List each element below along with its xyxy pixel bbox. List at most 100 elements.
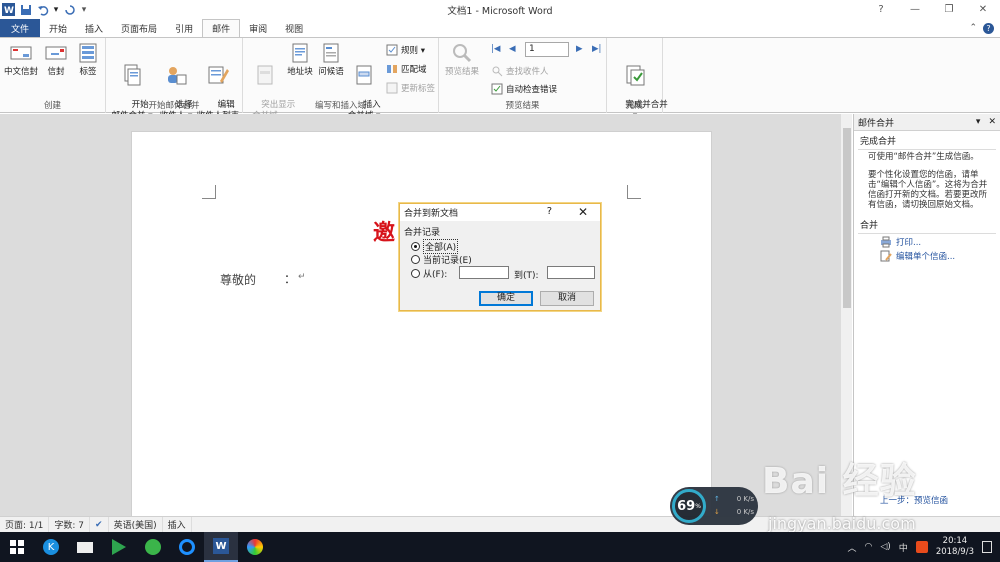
group-create: 中文信封 信封 标签 创建	[0, 38, 106, 113]
next-record-icon[interactable]: ▶	[576, 44, 583, 54]
tab-file[interactable]: 文件	[0, 19, 41, 37]
task-pane-close-icon[interactable]: ✕	[988, 117, 996, 127]
group-write-insert: 突出显示 合并域 地址块 问候语 插入 合并域 ▾ 规则 ▾ 匹配域 更新标签 …	[243, 38, 439, 121]
word-count[interactable]: 字数: 7	[49, 516, 91, 533]
merge-to-new-document-dialog: 合并到新文档 ? ✕ 合并记录 全部(A) 当前记录(E) 从(F): 到(T)…	[399, 203, 601, 311]
match-fields-button[interactable]: 匹配域	[386, 63, 427, 75]
edit-individual-letters-link[interactable]: 编辑单个信函...	[854, 248, 1000, 262]
customize-qat-icon[interactable]: ▾	[80, 3, 88, 16]
tab-review[interactable]: 审阅	[240, 19, 276, 37]
auto-check-errors-button[interactable]: 自动检查错误	[491, 83, 557, 95]
windows-taskbar: K W ︿ ◠ ◁) 中 20:14 2018/9/3	[0, 532, 1000, 562]
first-record-icon[interactable]: |◀	[491, 44, 500, 54]
previous-record-icon[interactable]: ◀	[509, 44, 516, 54]
clock[interactable]: 20:14 2018/9/3	[936, 536, 974, 558]
dialog-close-icon[interactable]: ✕	[578, 205, 588, 219]
ok-button[interactable]: 确定	[479, 291, 533, 306]
collapse-ribbon-icon[interactable]: ⌃	[969, 23, 977, 33]
close-window-button[interactable]: ✕	[966, 0, 1000, 19]
pinwheel-app-icon[interactable]	[238, 532, 272, 562]
sogou-ime-icon[interactable]	[915, 541, 928, 553]
radio-current-dot[interactable]	[411, 255, 420, 264]
insert-mode-indicator[interactable]: 插入	[163, 516, 192, 533]
record-number-input[interactable]: 1	[525, 42, 569, 57]
group-preview-label: 预览结果	[505, 101, 540, 111]
browser-c-icon[interactable]	[170, 532, 204, 562]
to-input[interactable]	[547, 266, 595, 279]
merge-records-label: 合并记录	[404, 228, 441, 238]
last-record-icon[interactable]: ▶|	[592, 44, 601, 54]
group-finish: 完成并合并 ▾ 完成	[607, 38, 668, 121]
mail-icon[interactable]	[68, 532, 102, 562]
document-workspace	[0, 114, 852, 521]
radio-all[interactable]: 全部(A)	[411, 239, 459, 254]
tab-references[interactable]: 引用	[166, 19, 202, 37]
decorative-red-text: 邀	[373, 220, 396, 246]
quick-access-toolbar: W ▾ ▾	[0, 0, 88, 19]
scrollbar-thumb[interactable]	[843, 128, 851, 308]
group-preview: 预览结果 |◀ ◀ 1 ▶ ▶| 查找收件人 自动检查错误 预览结果	[439, 38, 607, 113]
start-windows-icon[interactable]	[0, 532, 34, 562]
greeting-line-button[interactable]: 问候语	[315, 41, 347, 78]
undo-dropdown-icon[interactable]: ▾	[53, 3, 59, 16]
radio-from[interactable]: 从(F):	[411, 267, 447, 280]
minimize-button[interactable]: —	[898, 0, 932, 19]
proofing-icon[interactable]: ✔	[90, 516, 109, 533]
update-labels-button[interactable]: 更新标签	[386, 82, 435, 94]
task-pane-header: 邮件合并 ▾ ✕	[854, 114, 1000, 131]
tab-view[interactable]: 视图	[276, 19, 312, 37]
envelope-button[interactable]: 信封	[42, 41, 70, 78]
complete-merge-text: 可使用“邮件合并”生成信函。	[868, 152, 979, 162]
notification-icon[interactable]	[982, 541, 992, 553]
language-indicator[interactable]: 英语(美国)	[109, 516, 163, 533]
redo-icon[interactable]	[63, 3, 76, 16]
media-player-icon[interactable]	[102, 532, 136, 562]
help-window-icon[interactable]: ?	[864, 0, 898, 19]
word-taskbar-icon[interactable]: W	[204, 532, 238, 562]
restore-button[interactable]: ❐	[932, 0, 966, 19]
help-icon[interactable]: ?	[983, 22, 994, 34]
radio-from-dot[interactable]	[411, 269, 420, 278]
ribbon-tabs: 文件 开始 插入 页面布局 引用 邮件 审阅 视图 ⌃ ?	[0, 19, 1000, 37]
radio-current-record[interactable]: 当前记录(E)	[411, 253, 472, 266]
save-icon[interactable]	[19, 3, 32, 16]
volume-icon[interactable]: ◁)	[880, 542, 890, 552]
tab-insert[interactable]: 插入	[76, 19, 112, 37]
from-input[interactable]	[459, 266, 509, 279]
dialog-title: 合并到新文档	[404, 209, 459, 219]
window-controls: ? — ❐ ✕	[864, 0, 1000, 19]
radio-all-dot[interactable]	[411, 242, 420, 251]
document-greeting-text: 尊敬的	[220, 273, 257, 287]
preview-results-button[interactable]: 预览结果	[441, 41, 483, 78]
crop-mark-top-left	[202, 185, 216, 199]
window-title: 文档1 - Microsoft Word	[447, 6, 553, 17]
find-recipient-button[interactable]: 查找收件人	[491, 65, 549, 77]
tray-expand-icon[interactable]: ︿	[847, 541, 856, 554]
undo-icon[interactable]	[36, 3, 49, 16]
personalize-text: 要个性化设置您的信函，请单击“编辑个人信函”。这将为合并信函打开新的文档。若要更…	[868, 170, 988, 210]
memory-usage-gauge: 69%	[672, 489, 706, 523]
edit-document-icon	[880, 250, 892, 262]
ime-indicator[interactable]: 中	[899, 541, 908, 554]
to-label: 到(T):	[514, 271, 539, 281]
tab-home[interactable]: 开始	[40, 19, 76, 37]
cancel-button[interactable]: 取消	[540, 291, 594, 306]
wifi-icon[interactable]: ◠	[865, 542, 873, 552]
browser-360-icon[interactable]	[136, 532, 170, 562]
system-tray: ︿ ◠ ◁) 中 20:14 2018/9/3	[847, 532, 1000, 562]
address-block-button[interactable]: 地址块	[285, 41, 315, 78]
app-k-icon[interactable]: K	[34, 532, 68, 562]
merge-heading: 合并	[860, 221, 879, 231]
print-link[interactable]: 打印...	[854, 234, 1000, 248]
rules-button[interactable]: 规则 ▾	[386, 44, 425, 56]
paragraph-mark: ↵	[298, 272, 306, 282]
tab-page-layout[interactable]: 页面布局	[112, 19, 166, 37]
document-page[interactable]	[131, 131, 712, 521]
task-pane-options-icon[interactable]: ▾	[976, 117, 981, 127]
page-count[interactable]: 页面: 1/1	[0, 516, 50, 533]
dialog-help-icon[interactable]: ?	[547, 206, 552, 217]
chinese-envelope-button[interactable]: 中文信封	[3, 41, 39, 78]
group-finish-label: 完成	[625, 101, 643, 111]
labels-button[interactable]: 标签	[73, 41, 103, 78]
tab-mailings[interactable]: 邮件	[202, 19, 241, 37]
